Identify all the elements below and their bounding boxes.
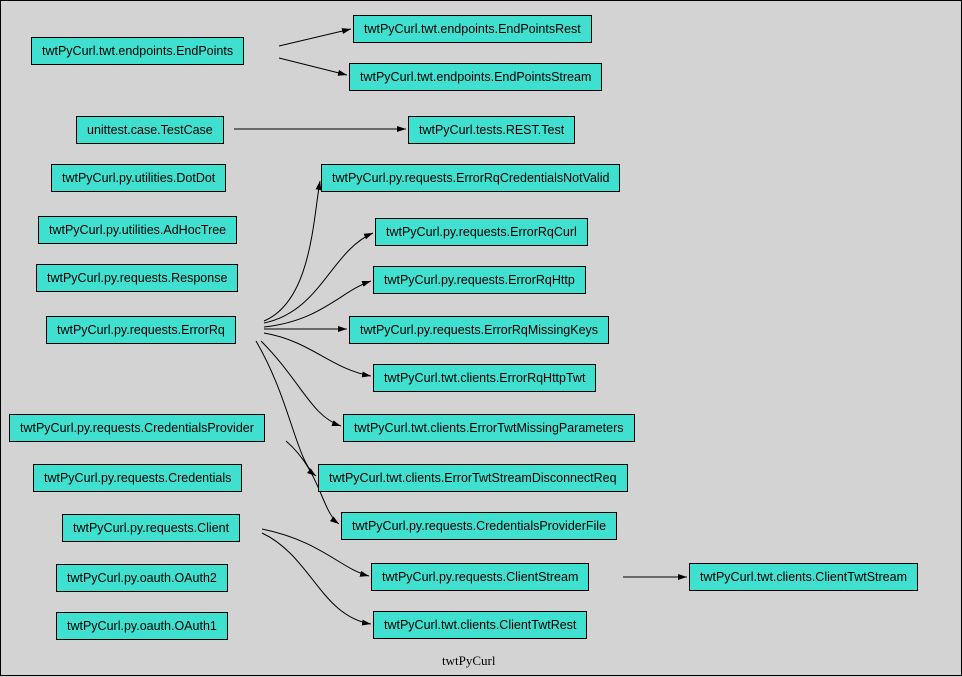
node-err-missingkeys[interactable]: twtPyCurl.py.requests.ErrorRqMissingKeys bbox=[349, 316, 609, 344]
node-err-curl[interactable]: twtPyCurl.py.requests.ErrorRqCurl bbox=[375, 218, 588, 246]
node-err-httptwt[interactable]: twtPyCurl.twt.clients.ErrorRqHttpTwt bbox=[373, 364, 596, 392]
node-credentials[interactable]: twtPyCurl.py.requests.Credentials bbox=[33, 464, 242, 492]
node-endpoints[interactable]: twtPyCurl.twt.endpoints.EndPoints bbox=[31, 37, 244, 65]
node-endpoints-stream[interactable]: twtPyCurl.twt.endpoints.EndPointsStream bbox=[349, 63, 602, 91]
node-client-twt-rest[interactable]: twtPyCurl.twt.clients.ClientTwtRest bbox=[373, 611, 587, 639]
node-oauth1[interactable]: twtPyCurl.py.oauth.OAuth1 bbox=[56, 612, 228, 640]
node-err-http[interactable]: twtPyCurl.py.requests.ErrorRqHttp bbox=[373, 266, 586, 294]
node-err-twt-streamdisc[interactable]: twtPyCurl.twt.clients.ErrorTwtStreamDisc… bbox=[318, 464, 628, 492]
node-client-twt-stream[interactable]: twtPyCurl.twt.clients.ClientTwtStream bbox=[689, 563, 918, 591]
node-oauth2[interactable]: twtPyCurl.py.oauth.OAuth2 bbox=[56, 564, 228, 592]
node-adhoctree[interactable]: twtPyCurl.py.utilities.AdHocTree bbox=[38, 216, 237, 244]
node-client-stream[interactable]: twtPyCurl.py.requests.ClientStream bbox=[371, 563, 589, 591]
node-dotdot[interactable]: twtPyCurl.py.utilities.DotDot bbox=[51, 164, 226, 192]
node-response[interactable]: twtPyCurl.py.requests.Response bbox=[36, 264, 238, 292]
node-errorrq[interactable]: twtPyCurl.py.requests.ErrorRq bbox=[46, 316, 236, 344]
node-rest-test[interactable]: twtPyCurl.tests.REST.Test bbox=[408, 116, 575, 144]
node-endpoints-rest[interactable]: twtPyCurl.twt.endpoints.EndPointsRest bbox=[353, 15, 592, 43]
node-err-twt-missing[interactable]: twtPyCurl.twt.clients.ErrorTwtMissingPar… bbox=[343, 414, 635, 442]
node-cred-provider[interactable]: twtPyCurl.py.requests.CredentialsProvide… bbox=[9, 414, 265, 442]
node-testcase[interactable]: unittest.case.TestCase bbox=[76, 116, 224, 144]
node-client[interactable]: twtPyCurl.py.requests.Client bbox=[62, 514, 240, 542]
node-err-cred-notvalid[interactable]: twtPyCurl.py.requests.ErrorRqCredentials… bbox=[321, 164, 620, 192]
diagram-title: twtPyCurl bbox=[442, 653, 495, 669]
node-cred-provider-file[interactable]: twtPyCurl.py.requests.CredentialsProvide… bbox=[341, 512, 617, 540]
